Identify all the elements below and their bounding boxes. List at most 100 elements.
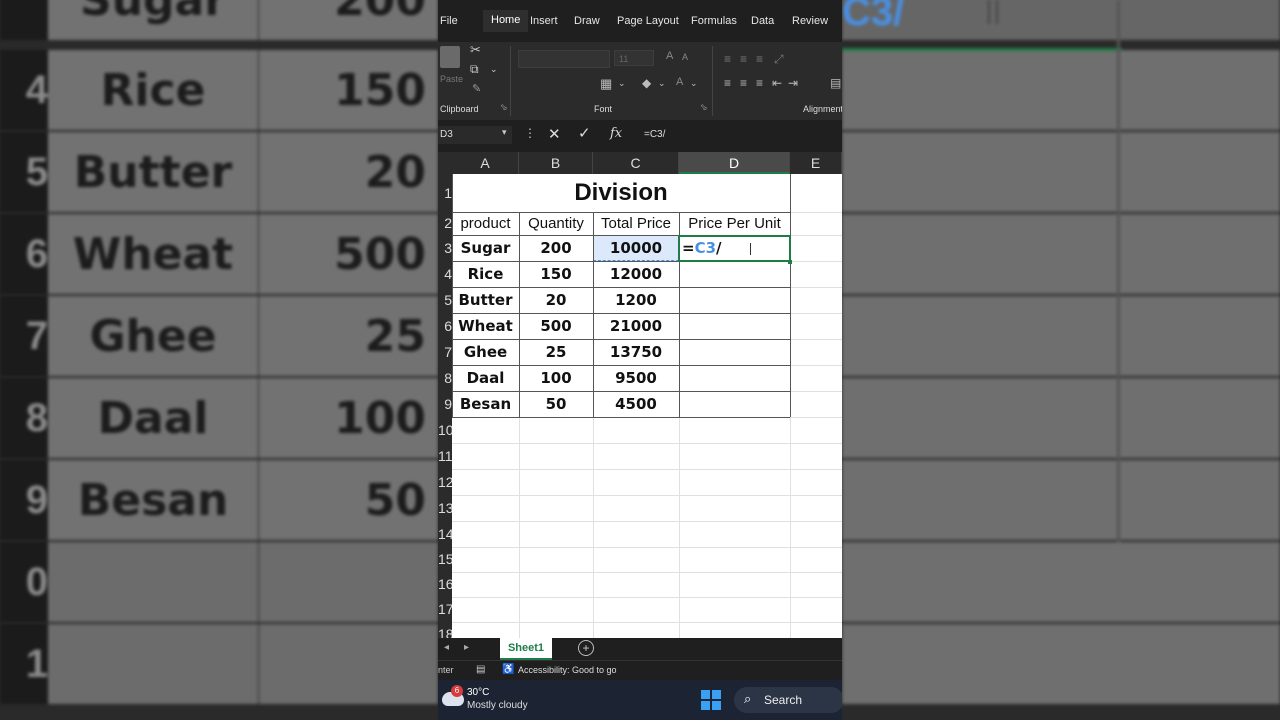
align-top-icon[interactable]: ≡ (724, 52, 731, 66)
price-per-unit-cell[interactable] (679, 261, 790, 287)
header-cell[interactable]: Quantity (519, 212, 593, 235)
total-price-cell[interactable]: 21000 (593, 313, 679, 339)
cancel-icon[interactable]: ✕ (548, 125, 561, 143)
align-bottom-icon[interactable]: ≡ (756, 52, 763, 66)
price-per-unit-cell[interactable] (679, 287, 790, 313)
taskbar-search[interactable]: ⌕ Search (734, 687, 842, 713)
quantity-cell[interactable]: 500 (519, 313, 593, 339)
name-box-chevron-icon[interactable]: ▾ (502, 127, 507, 138)
total-price-cell[interactable]: 13750 (593, 339, 679, 365)
font-grow-icon[interactable]: A (666, 50, 673, 62)
row-header-6[interactable]: 6 (438, 313, 452, 339)
windows-start-icon[interactable] (701, 690, 721, 710)
price-per-unit-cell[interactable] (679, 339, 790, 365)
price-per-unit-cell[interactable] (679, 365, 790, 391)
decrease-indent-icon[interactable]: ⇤ (772, 76, 782, 90)
ribbon-tab-home[interactable]: Home (483, 10, 529, 32)
row-header-17[interactable]: 17 (438, 597, 452, 622)
ribbon-tab-insert[interactable]: Insert (530, 15, 558, 27)
total-price-cell[interactable]: 10000 (593, 235, 679, 261)
total-price-cell[interactable]: 9500 (593, 365, 679, 391)
total-price-cell[interactable]: 4500 (593, 391, 679, 417)
add-sheet-icon[interactable]: + (578, 640, 594, 656)
wrap-text-icon[interactable]: ▤ (830, 76, 841, 90)
column-header-c[interactable]: C (593, 152, 679, 174)
more-options-icon[interactable]: ⋮ (524, 126, 536, 140)
quantity-cell[interactable]: 200 (519, 235, 593, 261)
row-header-7[interactable]: 7 (438, 339, 452, 365)
clipboard-launcher-icon[interactable]: ⬂ (500, 102, 508, 113)
row-header-2[interactable]: 2 (438, 212, 452, 235)
product-cell[interactable]: Ghee (452, 339, 519, 365)
ribbon-tab-formulas[interactable]: Formulas (691, 15, 737, 27)
row-header-15[interactable]: 15 (438, 547, 452, 572)
row-header-11[interactable]: 11 (438, 443, 452, 469)
product-cell[interactable]: Besan (452, 391, 519, 417)
enter-icon[interactable]: ✓ (578, 124, 591, 142)
increase-indent-icon[interactable]: ⇥ (788, 76, 798, 90)
active-cell-formula[interactable]: =C3/ (682, 239, 722, 257)
font-color-chevron-icon[interactable]: ⌄ (690, 78, 698, 89)
paste-icon[interactable] (440, 46, 460, 68)
borders-chevron-icon[interactable]: ⌄ (618, 78, 626, 89)
ribbon-tab-page-layout[interactable]: Page Layout (617, 15, 679, 27)
accessibility-status[interactable]: Accessibility: Good to go (518, 665, 617, 675)
column-header-e[interactable]: E (790, 152, 842, 174)
row-header-16[interactable]: 16 (438, 572, 452, 597)
row-header-4[interactable]: 4 (438, 261, 452, 287)
worksheet-grid[interactable]: ABCDE 1 2 3 4 5 6 7 8 9 10 11 12 13 14 15 16 17 18 Divisi… (438, 152, 842, 648)
column-header-a[interactable]: A (452, 152, 519, 174)
scroll-right-icon[interactable]: ▸ (464, 642, 469, 653)
font-size-box[interactable]: 11 (614, 50, 654, 66)
ribbon-tab-draw[interactable]: Draw (574, 15, 600, 27)
accessibility-icon[interactable]: ♿ (502, 664, 514, 675)
fill-color-icon[interactable]: ◆ (642, 76, 651, 90)
scroll-left-icon[interactable]: ◂ (444, 642, 449, 653)
column-header-b[interactable]: B (519, 152, 593, 174)
weather-temperature[interactable]: 30°C (467, 687, 489, 698)
format-painter-icon[interactable]: ✎ (472, 82, 481, 95)
font-color-icon[interactable]: A (676, 76, 683, 88)
row-header-3[interactable]: 3 (438, 235, 452, 261)
weather-condition[interactable]: Mostly cloudy (467, 700, 528, 711)
align-right-icon[interactable]: ≡ (756, 76, 763, 90)
font-name-box[interactable] (518, 50, 610, 68)
column-header-d[interactable]: D (679, 152, 790, 174)
borders-icon[interactable]: ▦ (600, 76, 612, 92)
product-cell[interactable]: Rice (452, 261, 519, 287)
row-header-10[interactable]: 10 (438, 417, 452, 443)
total-price-cell[interactable]: 12000 (593, 261, 679, 287)
row-header-13[interactable]: 13 (438, 495, 452, 521)
font-shrink-icon[interactable]: A (682, 52, 688, 62)
align-left-icon[interactable]: ≡ (724, 76, 731, 90)
header-cell[interactable]: Price Per Unit (679, 212, 790, 235)
header-cell[interactable]: Total Price (593, 212, 679, 235)
row-header-12[interactable]: 12 (438, 469, 452, 495)
ribbon-tab-data[interactable]: Data (751, 15, 774, 27)
row-header-5[interactable]: 5 (438, 287, 452, 313)
price-per-unit-cell[interactable] (679, 391, 790, 417)
row-header-14[interactable]: 14 (438, 521, 452, 547)
row-header-1[interactable]: 1 (438, 174, 452, 212)
cut-icon[interactable]: ✂ (470, 42, 481, 58)
sheet-tab-sheet1[interactable]: Sheet1 (500, 638, 552, 660)
product-cell[interactable]: Sugar (452, 235, 519, 261)
quantity-cell[interactable]: 25 (519, 339, 593, 365)
align-center-icon[interactable]: ≡ (740, 76, 747, 90)
fill-handle[interactable] (788, 260, 792, 264)
price-per-unit-cell[interactable] (679, 313, 790, 339)
product-cell[interactable]: Wheat (452, 313, 519, 339)
quantity-cell[interactable]: 100 (519, 365, 593, 391)
product-cell[interactable]: Daal (452, 365, 519, 391)
font-launcher-icon[interactable]: ⬂ (700, 102, 708, 113)
sheet-title[interactable]: Division (452, 174, 790, 212)
active-cell-d3[interactable]: =C3/ (678, 235, 791, 262)
header-cell[interactable]: product (452, 212, 519, 235)
fx-icon[interactable]: fx (610, 126, 622, 141)
quantity-cell[interactable]: 150 (519, 261, 593, 287)
ribbon-tab-file[interactable]: File (440, 15, 458, 27)
copy-icon[interactable]: ⧉ (470, 62, 479, 77)
align-middle-icon[interactable]: ≡ (740, 52, 747, 66)
quantity-cell[interactable]: 50 (519, 391, 593, 417)
fill-chevron-icon[interactable]: ⌄ (658, 78, 666, 89)
